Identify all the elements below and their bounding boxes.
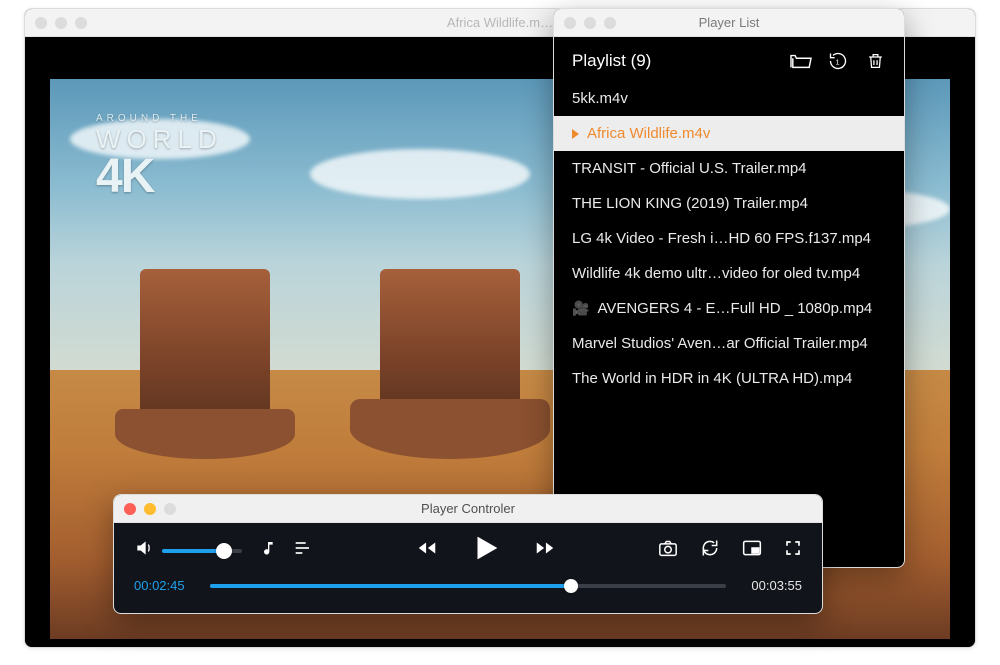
fast-forward-icon[interactable] bbox=[531, 537, 559, 564]
music-note-icon[interactable] bbox=[260, 539, 276, 562]
open-folder-icon[interactable] bbox=[790, 51, 810, 71]
play-button[interactable] bbox=[469, 531, 503, 570]
minimize-dot[interactable] bbox=[55, 17, 67, 29]
volume-slider[interactable] bbox=[162, 549, 242, 553]
close-dot[interactable] bbox=[564, 17, 576, 29]
total-duration: 00:03:55 bbox=[740, 578, 802, 593]
playlist-item[interactable]: Africa Wildlife.m4v bbox=[554, 116, 904, 151]
playlist-item[interactable]: Marvel Studios' Aven…ar Official Trailer… bbox=[554, 326, 904, 361]
now-playing-indicator-icon bbox=[572, 129, 579, 139]
video-watermark: AROUND THE WORLD 4K bbox=[96, 113, 223, 198]
current-time: 00:02:45 bbox=[134, 578, 196, 593]
playlist-item-label: AVENGERS 4 - E…Full HD _ 1080p.mp4 bbox=[597, 300, 872, 317]
playlist-item-label: Marvel Studios' Aven…ar Official Trailer… bbox=[572, 335, 868, 352]
controller-titlebar[interactable]: Player Controler bbox=[114, 495, 822, 523]
watermark-line3: 4K bbox=[96, 155, 223, 198]
left-controls bbox=[134, 538, 314, 563]
playlist-item[interactable]: Wildlife 4k demo ultr…video for oled tv.… bbox=[554, 256, 904, 291]
svg-text:1: 1 bbox=[836, 57, 840, 66]
progress-row: 00:02:45 00:03:55 bbox=[134, 578, 802, 593]
player-controller-window: Player Controler bbox=[113, 494, 823, 614]
zoom-dot[interactable] bbox=[75, 17, 87, 29]
volume-thumb[interactable] bbox=[216, 543, 232, 559]
playlist-item-label: THE LION KING (2019) Trailer.mp4 bbox=[572, 195, 808, 212]
playlist-item-label: 5kk.m4v bbox=[572, 90, 628, 107]
trash-icon[interactable] bbox=[866, 51, 886, 71]
progress-thumb[interactable] bbox=[564, 579, 578, 593]
controller-window-title: Player Controler bbox=[114, 501, 822, 516]
center-controls bbox=[413, 531, 559, 570]
playlist-titlebar[interactable]: Player List bbox=[554, 9, 904, 37]
zoom-dot[interactable] bbox=[164, 503, 176, 515]
playlist-item-label: The World in HDR in 4K (ULTRA HD).mp4 bbox=[572, 370, 852, 387]
traffic-lights bbox=[564, 17, 616, 29]
playlist-header: Playlist (9) 1 bbox=[554, 37, 904, 81]
playlist-item-label: Africa Wildlife.m4v bbox=[587, 125, 710, 142]
minimize-dot[interactable] bbox=[584, 17, 596, 29]
traffic-lights bbox=[124, 503, 176, 515]
rewind-icon[interactable] bbox=[413, 537, 441, 564]
playlist-item[interactable]: THE LION KING (2019) Trailer.mp4 bbox=[554, 186, 904, 221]
playlist-item[interactable]: TRANSIT - Official U.S. Trailer.mp4 bbox=[554, 151, 904, 186]
zoom-dot[interactable] bbox=[604, 17, 616, 29]
playlist-item-label: TRANSIT - Official U.S. Trailer.mp4 bbox=[572, 160, 807, 177]
close-dot[interactable] bbox=[124, 503, 136, 515]
right-controls bbox=[658, 538, 802, 563]
rotate-icon[interactable] bbox=[700, 538, 720, 563]
traffic-lights bbox=[35, 17, 87, 29]
snapshot-icon[interactable] bbox=[658, 539, 678, 562]
camera-icon: 🎥 bbox=[572, 300, 589, 317]
playlist-item[interactable]: LG 4k Video - Fresh i…HD 60 FPS.f137.mp4 bbox=[554, 221, 904, 256]
playlist-item-label: Wildlife 4k demo ultr…video for oled tv.… bbox=[572, 265, 860, 282]
playlist-items: 5kk.m4v Africa Wildlife.m4v TRANSIT - Offi… bbox=[554, 81, 904, 396]
speaker-icon[interactable] bbox=[134, 538, 154, 563]
volume-control[interactable] bbox=[134, 538, 242, 563]
controls-row bbox=[134, 531, 802, 570]
playlist-item[interactable]: 🎥 AVENGERS 4 - E…Full HD _ 1080p.mp4 bbox=[554, 291, 904, 326]
rock-formation bbox=[140, 269, 270, 429]
playlist-window: Player List Playlist (9) 1 5kk.m4v Africa… bbox=[553, 8, 905, 568]
progress-slider[interactable] bbox=[210, 584, 726, 588]
fullscreen-icon[interactable] bbox=[784, 539, 802, 562]
playlist-item-label: LG 4k Video - Fresh i…HD 60 FPS.f137.mp4 bbox=[572, 230, 871, 247]
playlist-tools: 1 bbox=[790, 51, 886, 71]
playlist-toggle-icon[interactable] bbox=[294, 540, 314, 561]
watermark-line1: AROUND THE bbox=[96, 113, 223, 124]
rock-formation bbox=[380, 269, 520, 419]
close-dot[interactable] bbox=[35, 17, 47, 29]
minimize-dot[interactable] bbox=[144, 503, 156, 515]
playlist-item[interactable]: The World in HDR in 4K (ULTRA HD).mp4 bbox=[554, 361, 904, 396]
loop-icon[interactable]: 1 bbox=[828, 51, 848, 71]
playlist-item[interactable]: 5kk.m4v bbox=[554, 81, 904, 116]
picture-in-picture-icon[interactable] bbox=[742, 539, 762, 562]
playlist-count-label: Playlist (9) bbox=[572, 51, 651, 71]
